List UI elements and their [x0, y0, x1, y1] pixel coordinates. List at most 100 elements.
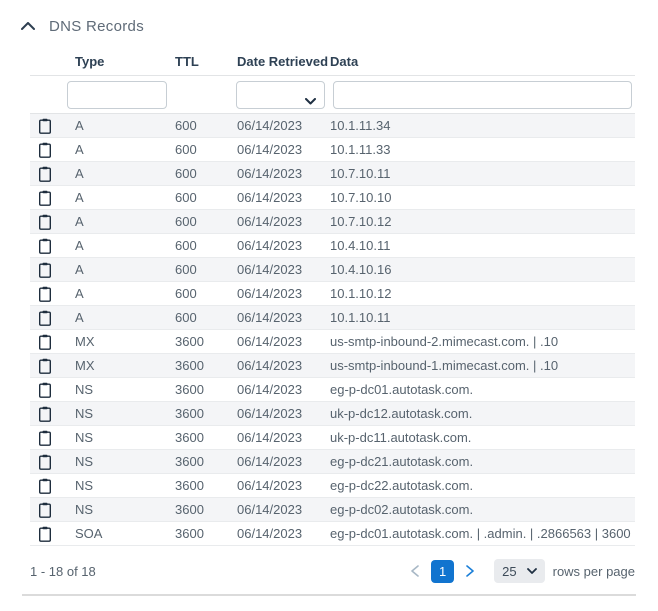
- cell-type: A: [67, 142, 167, 157]
- cell-data: 10.4.10.11: [322, 238, 635, 253]
- clipboard-copy-icon[interactable]: [38, 166, 52, 182]
- cell-ttl: 600: [167, 262, 229, 277]
- cell-type: A: [67, 310, 167, 325]
- row-icon-cell: [30, 526, 67, 542]
- header-spacer: [30, 69, 67, 75]
- cell-data: eg-p-dc22.autotask.com.: [322, 478, 635, 493]
- cell-date-retrieved: 06/14/2023: [229, 166, 322, 181]
- table-row[interactable]: NS 3600 06/14/2023 uk-p-dc11.autotask.co…: [30, 426, 635, 450]
- column-header-date-retrieved: Date Retrieved: [229, 54, 322, 75]
- cell-data: 10.7.10.12: [322, 214, 635, 229]
- row-icon-cell: [30, 406, 67, 422]
- cell-data: us-smtp-inbound-2.mimecast.com. | .10: [322, 334, 635, 349]
- dns-records-table: Type TTL Date Retrieved Data: [30, 49, 635, 546]
- chevron-up-icon: [21, 22, 35, 30]
- cell-date-retrieved: 06/14/2023: [229, 406, 322, 421]
- cell-type: A: [67, 190, 167, 205]
- cell-type: A: [67, 166, 167, 181]
- cell-date-retrieved: 06/14/2023: [229, 430, 322, 445]
- clipboard-copy-icon[interactable]: [38, 358, 52, 374]
- clipboard-copy-icon[interactable]: [38, 238, 52, 254]
- table-row[interactable]: MX 3600 06/14/2023 us-smtp-inbound-1.mim…: [30, 354, 635, 378]
- section-title: DNS Records: [49, 18, 144, 35]
- bottom-divider: [22, 594, 636, 596]
- cell-ttl: 600: [167, 238, 229, 253]
- cell-type: NS: [67, 478, 167, 493]
- table-row[interactable]: A 600 06/14/2023 10.7.10.11: [30, 162, 635, 186]
- previous-page-button[interactable]: [405, 561, 425, 581]
- row-icon-cell: [30, 214, 67, 230]
- filter-row: [30, 76, 635, 114]
- cell-type: NS: [67, 382, 167, 397]
- table-row[interactable]: A 600 06/14/2023 10.7.10.10: [30, 186, 635, 210]
- clipboard-copy-icon[interactable]: [38, 286, 52, 302]
- cell-data: eg-p-dc01.autotask.com. | .admin. | .286…: [322, 526, 635, 541]
- table-row[interactable]: A 600 06/14/2023 10.7.10.12: [30, 210, 635, 234]
- column-header-ttl: TTL: [167, 54, 229, 75]
- clipboard-copy-icon[interactable]: [38, 478, 52, 494]
- cell-data: us-smtp-inbound-1.mimecast.com. | .10: [322, 358, 635, 373]
- clipboard-copy-icon[interactable]: [38, 406, 52, 422]
- cell-ttl: 3600: [167, 430, 229, 445]
- rows-per-page-group: 25 rows per page: [494, 559, 635, 583]
- cell-date-retrieved: 06/14/2023: [229, 358, 322, 373]
- cell-date-retrieved: 06/14/2023: [229, 334, 322, 349]
- rows-per-page-select[interactable]: 25: [494, 559, 544, 583]
- clipboard-copy-icon[interactable]: [38, 142, 52, 158]
- next-page-button[interactable]: [460, 561, 480, 581]
- cell-data: eg-p-dc02.autotask.com.: [322, 502, 635, 517]
- table-row[interactable]: A 600 06/14/2023 10.4.10.16: [30, 258, 635, 282]
- table-row[interactable]: NS 3600 06/14/2023 eg-p-dc21.autotask.co…: [30, 450, 635, 474]
- cell-data: uk-p-dc12.autotask.com.: [322, 406, 635, 421]
- clipboard-copy-icon[interactable]: [38, 262, 52, 278]
- clipboard-copy-icon[interactable]: [38, 334, 52, 350]
- table-row[interactable]: A 600 06/14/2023 10.1.10.12: [30, 282, 635, 306]
- table-row[interactable]: A 600 06/14/2023 10.1.11.33: [30, 138, 635, 162]
- table-row[interactable]: MX 3600 06/14/2023 us-smtp-inbound-2.mim…: [30, 330, 635, 354]
- table-row[interactable]: NS 3600 06/14/2023 uk-p-dc12.autotask.co…: [30, 402, 635, 426]
- row-icon-cell: [30, 430, 67, 446]
- row-icon-cell: [30, 454, 67, 470]
- clipboard-copy-icon[interactable]: [38, 526, 52, 542]
- cell-date-retrieved: 06/14/2023: [229, 214, 322, 229]
- clipboard-copy-icon[interactable]: [38, 190, 52, 206]
- table-row[interactable]: NS 3600 06/14/2023 eg-p-dc22.autotask.co…: [30, 474, 635, 498]
- table-row[interactable]: SOA 3600 06/14/2023 eg-p-dc01.autotask.c…: [30, 522, 635, 546]
- cell-type: NS: [67, 406, 167, 421]
- cell-ttl: 3600: [167, 454, 229, 469]
- clipboard-copy-icon[interactable]: [38, 214, 52, 230]
- clipboard-copy-icon[interactable]: [38, 430, 52, 446]
- row-icon-cell: [30, 238, 67, 254]
- cell-ttl: 3600: [167, 526, 229, 541]
- clipboard-copy-icon[interactable]: [38, 502, 52, 518]
- clipboard-copy-icon[interactable]: [38, 310, 52, 326]
- rows-per-page-label: rows per page: [553, 564, 635, 579]
- table-row[interactable]: A 600 06/14/2023 10.1.10.11: [30, 306, 635, 330]
- table-row[interactable]: NS 3600 06/14/2023 eg-p-dc02.autotask.co…: [30, 498, 635, 522]
- data-filter-input[interactable]: [333, 81, 632, 109]
- date-retrieved-filter-select[interactable]: [236, 81, 325, 109]
- chevron-right-icon: [466, 565, 474, 577]
- collapse-section-button[interactable]: [20, 18, 36, 34]
- clipboard-copy-icon[interactable]: [38, 118, 52, 134]
- row-icon-cell: [30, 262, 67, 278]
- cell-date-retrieved: 06/14/2023: [229, 382, 322, 397]
- cell-date-retrieved: 06/14/2023: [229, 478, 322, 493]
- table-row[interactable]: A 600 06/14/2023 10.1.11.34: [30, 114, 635, 138]
- cell-data: 10.1.10.12: [322, 286, 635, 301]
- row-icon-cell: [30, 118, 67, 134]
- row-icon-cell: [30, 382, 67, 398]
- dns-records-panel: DNS Records Type TTL Date Retrieved Data: [0, 0, 658, 596]
- cell-date-retrieved: 06/14/2023: [229, 142, 322, 157]
- type-filter-input[interactable]: [67, 81, 167, 109]
- cell-ttl: 3600: [167, 478, 229, 493]
- clipboard-copy-icon[interactable]: [38, 382, 52, 398]
- column-header-type: Type: [67, 54, 167, 75]
- table-row[interactable]: NS 3600 06/14/2023 eg-p-dc01.autotask.co…: [30, 378, 635, 402]
- cell-ttl: 600: [167, 310, 229, 325]
- table-row[interactable]: A 600 06/14/2023 10.4.10.11: [30, 234, 635, 258]
- table-footer: 1 - 18 of 18 1 25: [30, 552, 635, 590]
- section-header: DNS Records: [0, 0, 658, 36]
- current-page-button[interactable]: 1: [431, 560, 454, 583]
- clipboard-copy-icon[interactable]: [38, 454, 52, 470]
